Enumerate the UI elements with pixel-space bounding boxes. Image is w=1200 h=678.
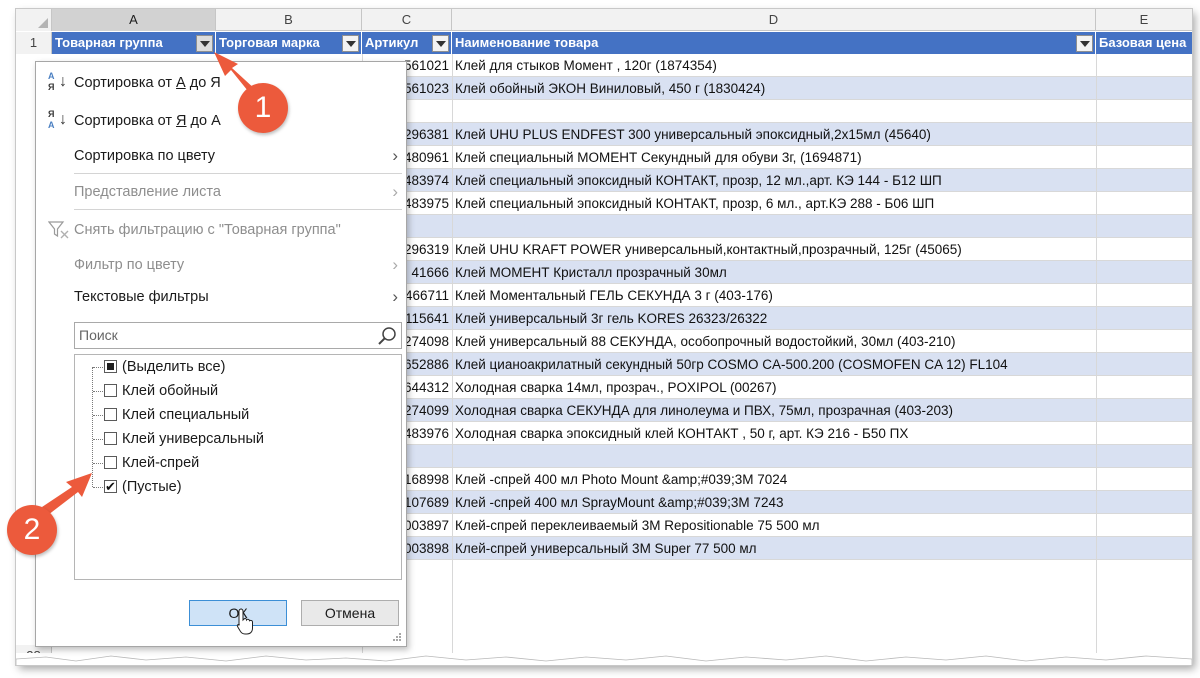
arrow-2-icon	[42, 473, 92, 515]
callout-badge-2: 2	[7, 505, 57, 555]
annotation-arrows	[42, 52, 256, 515]
callout-badge-1: 1	[238, 83, 288, 133]
